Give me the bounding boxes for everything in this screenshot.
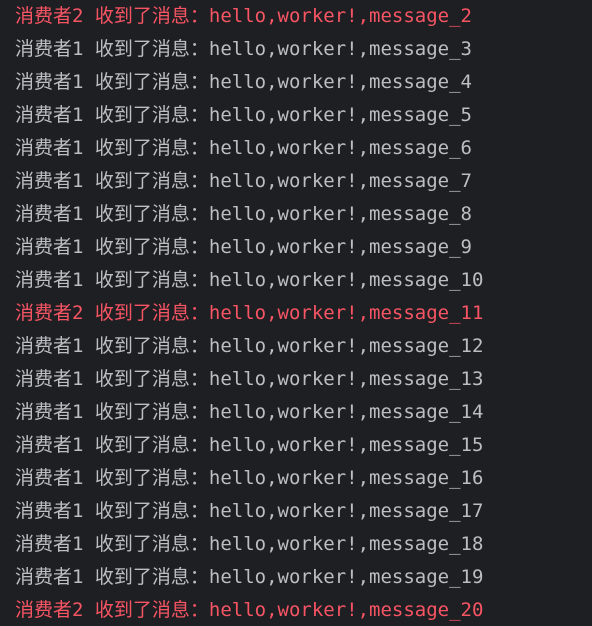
console-line-label: 消费者1 收到了消息： (15, 335, 209, 357)
console-line-message: hello,worker!,message_17 (208, 500, 484, 522)
console-output[interactable]: 消费者2 收到了消息：hello,worker!,message_2 消费者1 收… (0, 0, 592, 626)
console-line-message: hello,worker!,message_3 (208, 38, 472, 60)
console-line-label: 消费者1 收到了消息： (15, 137, 209, 159)
console-line-label: 消费者2 收到了消息： (15, 5, 209, 27)
console-line: 消费者1 收到了消息：hello,worker!,message_18 (15, 528, 483, 561)
console-line-message: hello,worker!,message_8 (208, 203, 472, 225)
console-line-message: hello,worker!,message_14 (208, 401, 484, 423)
console-line: 消费者2 收到了消息：hello,worker!,message_20 (15, 594, 483, 626)
console-line: 消费者1 收到了消息：hello,worker!,message_4 (15, 66, 472, 99)
console-line-message: hello,worker!,message_20 (208, 599, 484, 621)
console-line-message: hello,worker!,message_9 (208, 236, 472, 258)
console-line: 消费者1 收到了消息：hello,worker!,message_5 (15, 99, 472, 132)
console-line-message: hello,worker!,message_7 (208, 170, 472, 192)
console-line-label: 消费者1 收到了消息： (15, 566, 209, 588)
console-line: 消费者1 收到了消息：hello,worker!,message_7 (15, 165, 472, 198)
console-line-label: 消费者2 收到了消息： (15, 599, 209, 621)
console-line-message: hello,worker!,message_5 (208, 104, 472, 126)
console-line: 消费者1 收到了消息：hello,worker!,message_9 (15, 231, 472, 264)
console-line: 消费者1 收到了消息：hello,worker!,message_19 (15, 561, 483, 594)
console-line-message: hello,worker!,message_2 (208, 5, 472, 27)
console-line: 消费者2 收到了消息：hello,worker!,message_11 (15, 297, 483, 330)
console-line: 消费者1 收到了消息：hello,worker!,message_8 (15, 198, 472, 231)
console-line-label: 消费者1 收到了消息： (15, 269, 209, 291)
console-line-label: 消费者1 收到了消息： (15, 236, 209, 258)
console-line-label: 消费者1 收到了消息： (15, 38, 209, 60)
console-line: 消费者1 收到了消息：hello,worker!,message_13 (15, 363, 483, 396)
console-line: 消费者1 收到了消息：hello,worker!,message_16 (15, 462, 483, 495)
console-line-message: hello,worker!,message_19 (208, 566, 484, 588)
console-line-message: hello,worker!,message_16 (208, 467, 484, 489)
console-line: 消费者1 收到了消息：hello,worker!,message_6 (15, 132, 472, 165)
console-line-label: 消费者1 收到了消息： (15, 434, 209, 456)
console-line-label: 消费者1 收到了消息： (15, 71, 209, 93)
console-line-label: 消费者1 收到了消息： (15, 170, 209, 192)
console-line-label: 消费者1 收到了消息： (15, 401, 209, 423)
console-line: 消费者2 收到了消息：hello,worker!,message_2 (15, 0, 472, 33)
console-line: 消费者1 收到了消息：hello,worker!,message_10 (15, 264, 483, 297)
console-line-message: hello,worker!,message_18 (208, 533, 484, 555)
console-line-message: hello,worker!,message_12 (208, 335, 484, 357)
console-line-message: hello,worker!,message_15 (208, 434, 484, 456)
console-line-message: hello,worker!,message_13 (208, 368, 484, 390)
console-line: 消费者1 收到了消息：hello,worker!,message_3 (15, 33, 472, 66)
console-line: 消费者1 收到了消息：hello,worker!,message_17 (15, 495, 483, 528)
console-line: 消费者1 收到了消息：hello,worker!,message_15 (15, 429, 483, 462)
console-line-label: 消费者1 收到了消息： (15, 203, 209, 225)
console-line: 消费者1 收到了消息：hello,worker!,message_12 (15, 330, 483, 363)
console-line-message: hello,worker!,message_6 (208, 137, 472, 159)
console-line-message: hello,worker!,message_11 (208, 302, 484, 324)
console-line-label: 消费者1 收到了消息： (15, 104, 209, 126)
console-line-label: 消费者1 收到了消息： (15, 533, 209, 555)
console-line-message: hello,worker!,message_10 (208, 269, 484, 291)
console-line: 消费者1 收到了消息：hello,worker!,message_14 (15, 396, 483, 429)
console-line-label: 消费者1 收到了消息： (15, 500, 209, 522)
console-line-label: 消费者1 收到了消息： (15, 368, 209, 390)
console-line-message: hello,worker!,message_4 (208, 71, 472, 93)
console-line-label: 消费者1 收到了消息： (15, 467, 209, 489)
console-line-label: 消费者2 收到了消息： (15, 302, 209, 324)
